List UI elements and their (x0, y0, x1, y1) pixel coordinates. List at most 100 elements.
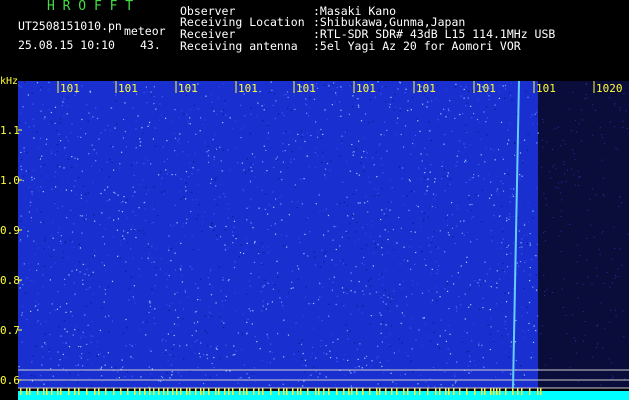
noise-dot (560, 145, 562, 147)
noise-dot (220, 290, 222, 292)
noise-dot (378, 194, 380, 196)
noise-dot (37, 247, 39, 249)
noise-dot (126, 371, 129, 373)
noise-dot (23, 150, 25, 152)
noise-dot (47, 88, 49, 91)
noise-dot (279, 297, 281, 299)
noise-dot (122, 235, 124, 237)
noise-dot (425, 264, 427, 266)
noise-dot (403, 146, 405, 148)
noise-dot (421, 160, 423, 162)
noise-dot (397, 243, 399, 245)
noise-dot (59, 306, 61, 308)
noise-dot (366, 269, 368, 271)
noise-dot (477, 99, 479, 102)
noise-dot (325, 251, 327, 253)
noise-dot (153, 208, 155, 210)
noise-dot (447, 108, 450, 110)
noise-dot (377, 383, 379, 385)
noise-dot (135, 128, 137, 130)
noise-dot (262, 305, 264, 307)
noise-dot (239, 252, 242, 254)
noise-dot (104, 293, 107, 295)
noise-dot (94, 255, 96, 257)
noise-dot (44, 342, 46, 344)
noise-dot (436, 300, 438, 302)
noise-dot (523, 288, 525, 290)
noise-dot (45, 343, 47, 345)
noise-dot (90, 341, 92, 343)
noise-dot (148, 124, 150, 126)
noise-dot (412, 222, 414, 224)
noise-dot (546, 141, 548, 143)
noise-dot (522, 162, 524, 164)
noise-dot (107, 186, 109, 188)
noise-dot (117, 371, 119, 373)
noise-dot (250, 163, 252, 165)
noise-dot (591, 104, 593, 106)
noise-dot (219, 357, 221, 360)
noise-dot (88, 274, 90, 276)
noise-dot (413, 145, 415, 147)
time-tick-label: 101 (356, 82, 376, 95)
noise-dot (389, 106, 391, 108)
noise-dot (291, 201, 293, 203)
noise-dot (41, 346, 43, 348)
noise-dot (48, 82, 50, 84)
noise-dot (307, 217, 309, 219)
noise-dot (423, 317, 425, 319)
noise-dot (58, 364, 60, 366)
noise-dot (195, 283, 197, 285)
noise-dot (93, 214, 95, 216)
noise-dot (436, 272, 438, 275)
noise-dot (250, 166, 252, 168)
noise-dot (563, 139, 565, 141)
noise-dot (74, 193, 77, 196)
noise-dot (261, 105, 263, 107)
noise-dot (243, 252, 245, 254)
noise-dot (470, 105, 472, 107)
noise-dot (497, 149, 500, 151)
noise-dot (377, 192, 379, 195)
noise-dot (403, 204, 406, 206)
noise-dot (98, 138, 100, 140)
noise-dot (520, 365, 522, 367)
noise-dot (265, 308, 267, 310)
noise-dot (40, 186, 42, 188)
noise-dot (494, 376, 496, 378)
noise-dot (303, 253, 305, 255)
noise-dot (308, 303, 310, 305)
noise-dot (401, 323, 403, 325)
noise-dot (456, 310, 458, 312)
noise-dot (468, 365, 470, 367)
noise-dot (135, 120, 137, 122)
noise-dot (37, 319, 39, 321)
noise-dot (468, 306, 470, 308)
noise-dot (495, 284, 497, 286)
noise-dot (388, 344, 390, 346)
noise-dot (145, 334, 147, 336)
noise-dot (426, 186, 429, 188)
noise-dot (70, 311, 72, 313)
signal-mark (300, 388, 302, 395)
noise-dot (264, 208, 266, 210)
noise-dot (465, 86, 467, 88)
noise-dot (468, 194, 470, 196)
noise-dot (263, 145, 265, 147)
noise-dot (283, 94, 285, 96)
noise-dot (125, 345, 127, 347)
noise-dot (577, 170, 579, 172)
noise-dot (507, 129, 509, 131)
noise-dot (135, 214, 137, 217)
noise-dot (465, 181, 467, 184)
noise-dot (335, 303, 337, 306)
noise-dot (176, 222, 178, 224)
noise-dot (43, 383, 45, 385)
noise-dot (76, 381, 78, 383)
noise-dot (335, 264, 337, 266)
noise-dot (20, 86, 22, 88)
noise-dot (282, 132, 285, 134)
noise-dot (358, 106, 360, 108)
noise-dot (57, 232, 59, 234)
signal-mark (448, 388, 450, 395)
